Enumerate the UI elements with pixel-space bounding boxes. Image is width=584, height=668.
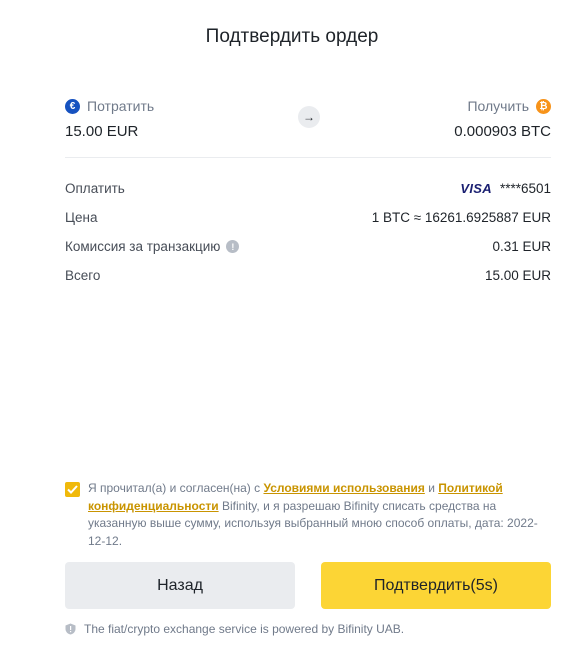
swap-summary: € Потратить 15.00 EUR → Получить ₿ 0.000… [65,96,551,144]
agreement-text: Я прочитал(а) и согласен(на) с Условиями… [88,481,538,548]
bitcoin-coin-icon: ₿ [536,98,551,114]
shield-icon [65,623,76,635]
back-button[interactable]: Назад [65,562,295,609]
agreement: Я прочитал(а) и согласен(на) с Условиями… [65,480,545,550]
spend-amount: 15.00 EUR [65,123,139,140]
arrow-right-icon: → [298,106,320,128]
price-value: 1 BTC ≈ 16261.6925887 EUR [371,210,551,225]
spend-block: € Потратить 15.00 EUR [65,96,154,140]
footer: The fiat/crypto exchange service is powe… [65,622,404,636]
price-row: Цена 1 BTC ≈ 16261.6925887 EUR [65,203,551,232]
checkmark-icon [67,485,78,494]
info-icon[interactable]: ! [226,240,240,253]
confirm-button[interactable]: Подтвердить(5s) [321,562,551,609]
fee-label: Комиссия за транзакцию [65,239,221,254]
card-number: ****6501 [499,181,551,196]
total-row: Всего 15.00 EUR [65,261,551,290]
payment-row: Оплатить VISA ****6501 [65,174,551,203]
footer-text: The fiat/crypto exchange service is powe… [84,622,405,636]
fee-row: Комиссия за транзакцию ! 0.31 EUR [65,232,551,261]
visa-icon: VISA [460,181,492,196]
page-title: Подтвердить ордер [205,26,379,47]
order-details: Оплатить VISA ****6501 Цена 1 BTC ≈ 1626… [65,174,551,290]
receive-block: Получить ₿ 0.000903 BTC [454,96,551,140]
receive-label: Получить [467,98,529,114]
divider [65,157,551,158]
agreement-checkbox[interactable] [65,482,80,497]
euro-coin-icon: € [65,98,80,114]
total-value: 15.00 EUR [484,268,551,283]
fee-value: 0.31 EUR [492,239,551,254]
terms-link[interactable]: Условиями использования [263,481,424,495]
price-label: Цена [65,210,98,225]
total-label: Всего [65,268,101,283]
receive-amount: 0.000903 BTC [454,123,551,140]
payment-label: Оплатить [65,181,125,196]
spend-label: Потратить [87,98,155,114]
